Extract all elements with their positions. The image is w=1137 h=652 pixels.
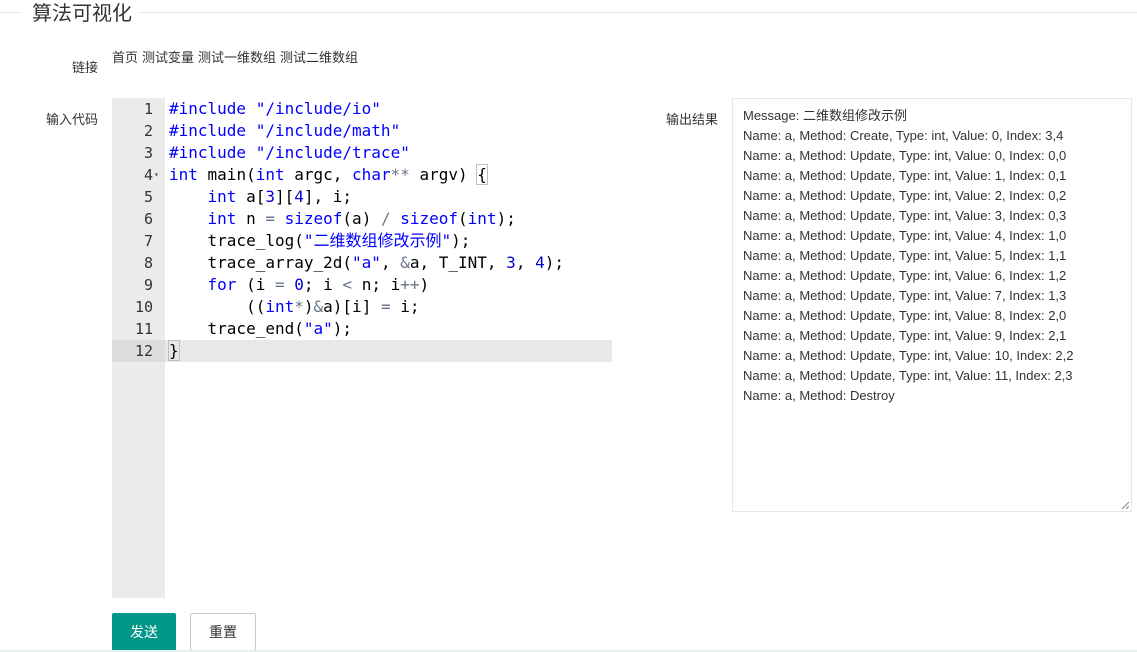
line-number: 7 — [143, 232, 153, 250]
line-number: 6 — [143, 210, 153, 228]
code-line[interactable]: 6 int n = sizeof(a) / sizeof(int); — [112, 208, 612, 230]
code-line[interactable]: 10 ((int*)&a)[i] = i; — [112, 296, 612, 318]
line-number: 12 — [112, 340, 165, 362]
output-textarea[interactable]: Message: 二维数组修改示例 Name: a, Method: Create… — [732, 98, 1132, 512]
link-test-variable[interactable]: 测试变量 — [142, 51, 194, 66]
output-line: Name: a, Method: Update, Type: int, Valu… — [743, 208, 1067, 223]
fieldset-border-right — [140, 12, 1137, 13]
code-line[interactable]: 2 #include "/include/math" — [112, 120, 612, 142]
code-line[interactable]: 4 ▾ int main(int argc, char** argv) { — [112, 164, 612, 186]
code-text: #include "/include/io" — [169, 99, 381, 118]
line-number: 8 — [143, 254, 153, 272]
code-text: trace_end("a"); — [169, 319, 353, 338]
code-text: int a[3][4], i; — [207, 187, 353, 206]
links-label: 链接 — [71, 61, 98, 76]
output-line: Name: a, Method: Update, Type: int, Valu… — [743, 328, 1067, 343]
line-number: 2 — [143, 122, 153, 140]
output-line: Name: a, Method: Update, Type: int, Valu… — [743, 248, 1067, 263]
links-bar: 首页 测试变量 测试一维数组 测试二维数组 — [112, 47, 362, 66]
code-text: trace_array_2d("a", &a, T_INT, 3, 4); — [169, 253, 564, 272]
line-number: 11 — [134, 320, 153, 338]
link-test-1d-array[interactable]: 测试一维数组 — [198, 51, 276, 66]
output-line: Name: a, Method: Update, Type: int, Valu… — [743, 348, 1074, 363]
reset-button[interactable]: 重置 — [190, 613, 256, 651]
text-cursor — [178, 341, 180, 359]
output-line: Name: a, Method: Update, Type: int, Valu… — [743, 168, 1067, 183]
code-label: 输入代码 — [45, 113, 98, 128]
code-line[interactable]: 5 int a[3][4], i; — [112, 186, 612, 208]
code-line[interactable]: 9 for (i = 0; i < n; i++) — [112, 274, 612, 296]
line-number: 5 — [143, 188, 153, 206]
output-line: Name: a, Method: Update, Type: int, Valu… — [743, 228, 1067, 243]
code-text: } — [168, 340, 180, 361]
code-line[interactable]: 8 trace_array_2d("a", &a, T_INT, 3, 4); — [112, 252, 612, 274]
line-number: 1 — [143, 100, 153, 118]
code-line-active[interactable]: 12} — [112, 340, 612, 362]
code-text: int main(int argc, char** argv) { — [169, 164, 488, 185]
output-line: Name: a, Method: Update, Type: int, Valu… — [743, 368, 1073, 383]
code-lines: 1 #include "/include/io" 2 #include "/incl… — [112, 98, 612, 362]
code-line[interactable]: 3 #include "/include/trace" — [112, 142, 612, 164]
code-text: trace_log("二维数组修改示例"); — [169, 231, 471, 250]
line-number: 3 — [143, 144, 153, 162]
line-number: 9 — [143, 276, 153, 294]
fieldset-border-left — [0, 12, 20, 13]
output-line: Name: a, Method: Create, Type: int, Valu… — [743, 128, 1064, 143]
output-line: Name: a, Method: Update, Type: int, Valu… — [743, 268, 1067, 283]
output-line: Name: a, Method: Destroy — [743, 388, 895, 403]
resize-handle-icon[interactable] — [1121, 501, 1129, 509]
output-line: Name: a, Method: Update, Type: int, Valu… — [743, 308, 1067, 323]
output-line: Name: a, Method: Update, Type: int, Valu… — [743, 148, 1067, 163]
output-label: 输出结果 — [665, 113, 718, 128]
output-line: Message: 二维数组修改示例 — [743, 108, 907, 123]
code-line[interactable]: 11 trace_end("a"); — [112, 318, 612, 340]
output-line: Name: a, Method: Update, Type: int, Valu… — [743, 288, 1067, 303]
fold-arrow-icon[interactable]: ▾ — [154, 164, 159, 186]
code-text: ((int*)&a)[i] = i; — [169, 297, 420, 316]
section-title: 算法可视化 — [32, 1, 132, 25]
output-lines: Message: 二维数组修改示例 Name: a, Method: Create… — [743, 106, 1121, 406]
link-test-2d-array[interactable]: 测试二维数组 — [280, 51, 358, 66]
line-number: 10 — [134, 298, 153, 316]
code-text: for (i = 0; i < n; i++) — [207, 275, 430, 294]
link-home[interactable]: 首页 — [112, 51, 138, 66]
send-button[interactable]: 发送 — [112, 613, 176, 651]
code-text: #include "/include/trace" — [169, 143, 410, 162]
code-text: #include "/include/math" — [169, 121, 401, 140]
code-line[interactable]: 7 trace_log("二维数组修改示例"); — [112, 230, 612, 252]
output-line: Name: a, Method: Update, Type: int, Valu… — [743, 188, 1067, 203]
code-editor[interactable]: 1 #include "/include/io" 2 #include "/incl… — [112, 98, 612, 598]
code-line[interactable]: 1 #include "/include/io" — [112, 98, 612, 120]
code-text: int n = sizeof(a) / sizeof(int); — [207, 209, 516, 228]
